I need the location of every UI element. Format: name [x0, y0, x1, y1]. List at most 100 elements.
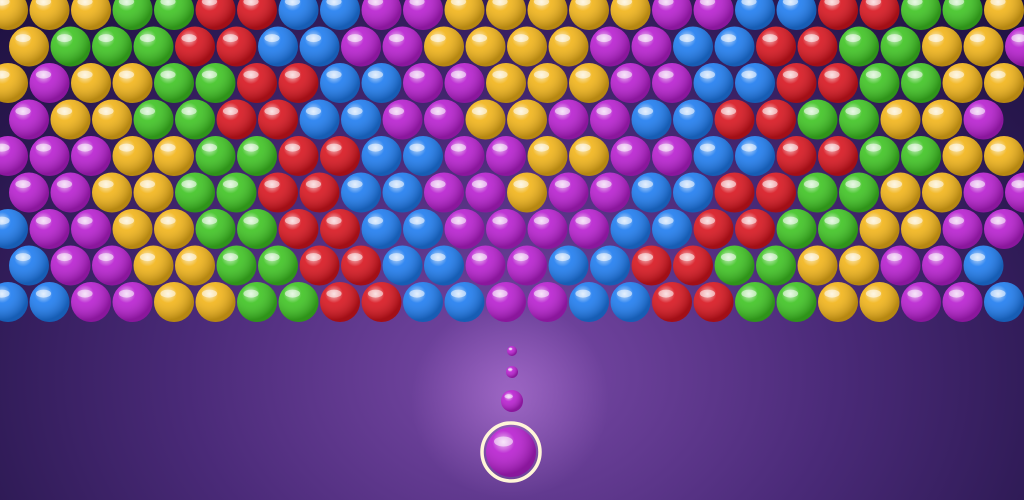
purple-bubble: [548, 99, 589, 140]
blue-bubble: [299, 99, 340, 140]
blue-bubble: [984, 282, 1024, 322]
yellow-bubble: [922, 172, 962, 213]
purple-bubble: [693, 0, 734, 30]
yellow-bubble: [195, 282, 236, 322]
yellow-bubble: [569, 0, 609, 30]
yellow-bubble: [9, 26, 49, 67]
yellow-bubble: [465, 99, 506, 140]
purple-bubble: [1005, 26, 1024, 67]
yellow-bubble: [963, 26, 1004, 67]
purple-bubble: [942, 282, 983, 322]
blue-bubble: [341, 99, 381, 140]
yellow-bubble: [507, 26, 547, 67]
purple-bubble: [652, 136, 692, 176]
yellow-bubble: [984, 136, 1024, 176]
aim-dot: [501, 390, 523, 412]
yellow-bubble: [507, 172, 547, 213]
green-bubble: [859, 136, 900, 176]
yellow-bubble: [92, 172, 132, 213]
green-bubble: [901, 0, 941, 30]
purple-bubble: [569, 209, 609, 249]
green-bubble: [154, 63, 194, 103]
yellow-bubble: [486, 0, 526, 30]
red-bubble: [859, 0, 900, 30]
red-bubble: [258, 99, 298, 140]
yellow-bubble: [154, 282, 194, 322]
yellow-bubble: [569, 136, 609, 176]
green-bubble: [818, 209, 858, 249]
green-bubble: [776, 209, 817, 249]
red-bubble: [756, 26, 796, 67]
purple-bubble: [963, 172, 1004, 213]
green-bubble: [237, 282, 277, 322]
green-bubble: [133, 99, 174, 140]
purple-bubble: [424, 99, 464, 140]
blue-bubble: [382, 172, 423, 213]
blue-bubble: [673, 99, 713, 140]
blue-bubble: [590, 245, 630, 286]
red-bubble: [714, 99, 755, 140]
red-bubble: [693, 282, 734, 322]
blue-bubble: [652, 209, 692, 249]
yellow-bubble: [29, 0, 70, 30]
green-bubble: [880, 26, 921, 67]
blue-bubble: [735, 0, 775, 30]
purple-bubble: [652, 0, 692, 30]
yellow-bubble: [942, 136, 983, 176]
yellow-bubble: [444, 0, 485, 30]
blue-bubble: [361, 63, 402, 103]
green-bubble: [195, 209, 236, 249]
red-bubble: [320, 136, 360, 176]
purple-bubble: [465, 172, 506, 213]
purple-bubble: [29, 136, 70, 176]
red-bubble: [175, 26, 215, 67]
red-bubble: [776, 63, 817, 103]
yellow-bubble: [859, 209, 900, 249]
red-bubble: [320, 209, 360, 249]
yellow-bubble: [133, 245, 174, 286]
blue-bubble: [403, 136, 443, 176]
yellow-bubble: [610, 0, 651, 30]
green-bubble: [50, 26, 91, 67]
green-bubble: [92, 26, 132, 67]
red-bubble: [320, 282, 360, 322]
yellow-bubble: [839, 245, 879, 286]
yellow-bubble: [175, 245, 215, 286]
yellow-bubble: [880, 99, 921, 140]
blue-bubble: [776, 0, 817, 30]
green-bubble: [714, 245, 755, 286]
shooter-bubble[interactable]: [480, 421, 542, 483]
green-bubble: [175, 172, 215, 213]
green-bubble: [839, 99, 879, 140]
yellow-bubble: [507, 99, 547, 140]
blue-bubble: [963, 245, 1004, 286]
blue-bubble: [548, 245, 589, 286]
purple-bubble: [50, 245, 91, 286]
yellow-bubble: [818, 282, 858, 322]
blue-bubble: [403, 282, 443, 322]
blue-bubble: [735, 136, 775, 176]
green-bubble: [797, 99, 838, 140]
game-board[interactable]: [0, 0, 1024, 500]
green-bubble: [859, 63, 900, 103]
yellow-bubble: [0, 0, 28, 30]
yellow-bubble: [527, 63, 568, 103]
blue-bubble: [610, 282, 651, 322]
green-bubble: [901, 63, 941, 103]
red-bubble: [216, 26, 257, 67]
green-bubble: [133, 26, 174, 67]
purple-bubble: [382, 99, 423, 140]
purple-bubble: [50, 172, 91, 213]
blue-bubble: [29, 282, 70, 322]
blue-bubble: [0, 209, 28, 249]
green-bubble: [756, 245, 796, 286]
purple-bubble: [610, 63, 651, 103]
green-bubble: [258, 245, 298, 286]
blue-bubble: [0, 282, 28, 322]
purple-bubble: [880, 245, 921, 286]
blue-bubble: [714, 26, 755, 67]
red-bubble: [258, 172, 298, 213]
purple-bubble: [403, 63, 443, 103]
red-bubble: [652, 282, 692, 322]
purple-bubble: [1005, 172, 1024, 213]
